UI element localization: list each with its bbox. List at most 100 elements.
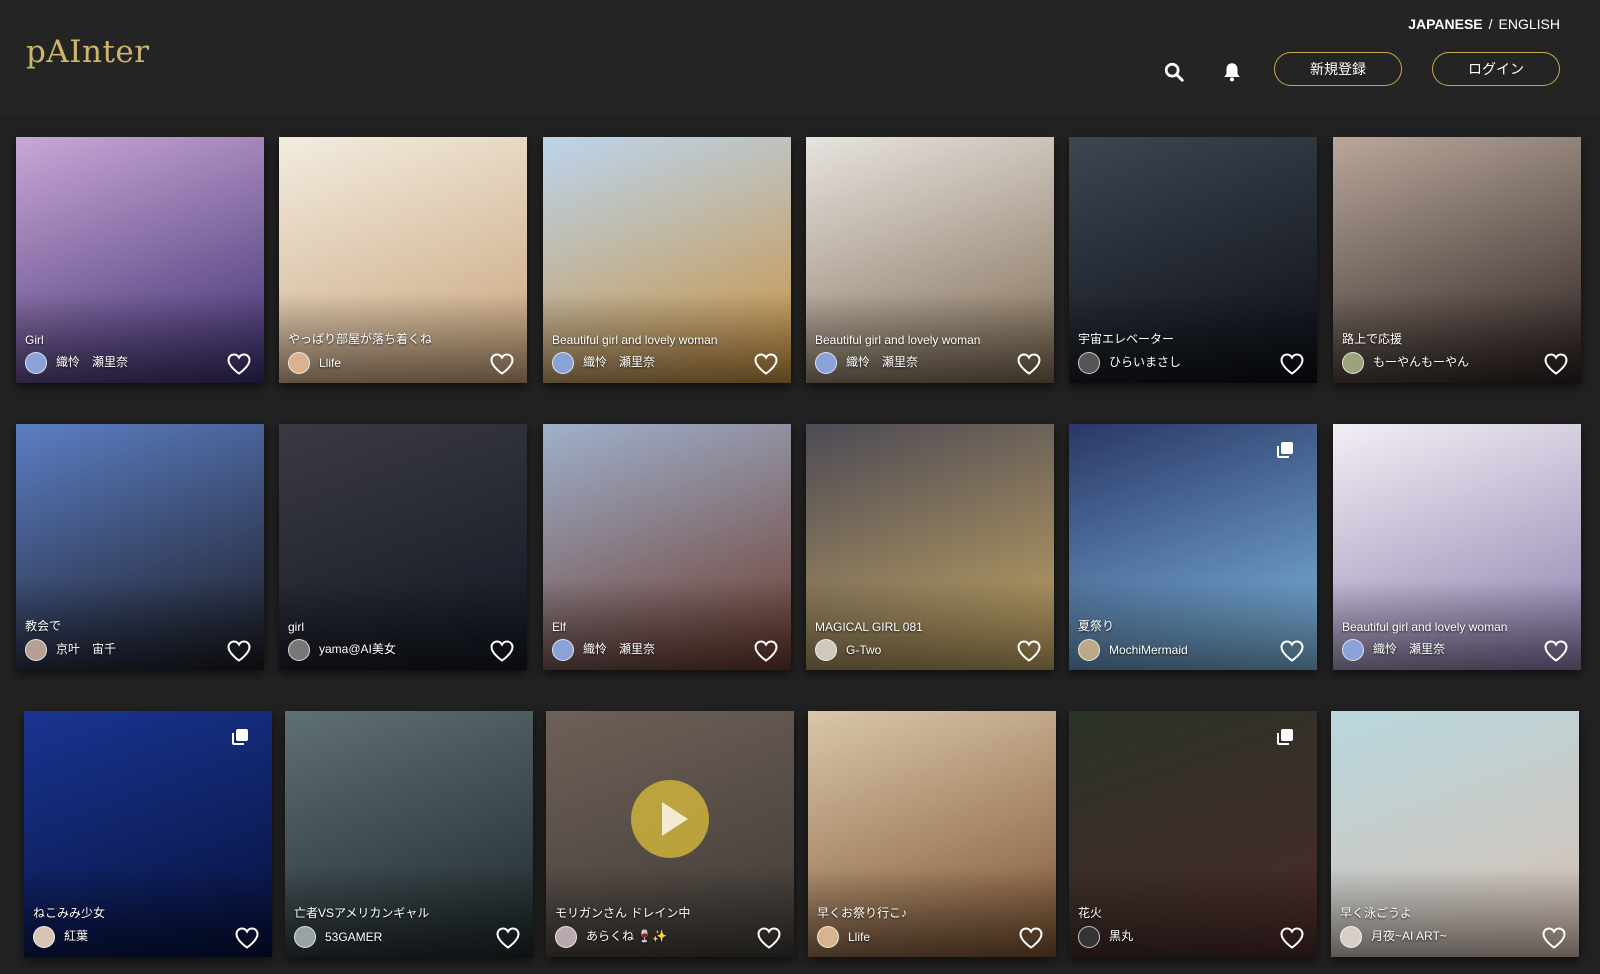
- author-avatar[interactable]: [552, 639, 574, 661]
- artwork-card[interactable]: 路上で応援もーやんもーやん: [1333, 137, 1581, 383]
- heart-icon[interactable]: [226, 639, 252, 663]
- author-name[interactable]: 織怜 瀬里奈: [56, 353, 128, 370]
- artwork-card[interactable]: ねこみみ少女紅葉: [24, 711, 272, 957]
- search-icon[interactable]: [1162, 60, 1186, 84]
- artwork-card[interactable]: 花火 黒丸: [1069, 711, 1317, 957]
- author-name[interactable]: MochiMermaid: [1109, 643, 1188, 657]
- heart-icon[interactable]: [756, 926, 782, 950]
- artwork-title[interactable]: ねこみみ少女: [33, 904, 105, 921]
- author-avatar[interactable]: [288, 352, 310, 374]
- artwork-card[interactable]: Beautiful girl and lovely woman 織怜 瀬里奈: [806, 137, 1054, 383]
- artwork-title[interactable]: Beautiful girl and lovely woman: [815, 333, 980, 347]
- artwork-title[interactable]: MAGICAL GIRL 081: [815, 620, 923, 634]
- heart-icon[interactable]: [1018, 926, 1044, 950]
- author-name[interactable]: もーやんもーやん: [1373, 353, 1469, 370]
- author-avatar[interactable]: [1342, 639, 1364, 661]
- bell-icon[interactable]: [1220, 60, 1244, 84]
- artwork-title[interactable]: やっぱり部屋が落ち着くね: [288, 330, 432, 347]
- heart-icon[interactable]: [753, 639, 779, 663]
- author-avatar[interactable]: [288, 639, 310, 661]
- heart-icon[interactable]: [1016, 639, 1042, 663]
- author-name[interactable]: 織怜 瀬里奈: [583, 640, 655, 657]
- author-avatar[interactable]: [294, 926, 316, 948]
- heart-icon[interactable]: [495, 926, 521, 950]
- artwork-card[interactable]: モリガンさん ドレイン中あらくね 🍷✨: [546, 711, 794, 957]
- heart-icon[interactable]: [1279, 926, 1305, 950]
- author-avatar[interactable]: [1078, 639, 1100, 661]
- multi-image-icon: [230, 727, 250, 747]
- artwork-title[interactable]: 亡者VSアメリカンギャル: [294, 904, 429, 921]
- artwork-card[interactable]: 夏祭り MochiMermaid: [1069, 424, 1317, 670]
- author-name[interactable]: 織怜 瀬里奈: [1373, 640, 1445, 657]
- artwork-title[interactable]: 早くお祭り行こ♪: [817, 904, 907, 921]
- artwork-title[interactable]: 花火: [1078, 904, 1102, 921]
- artwork-card[interactable]: 早くお祭り行こ♪ Llife: [808, 711, 1056, 957]
- artwork-card[interactable]: Beautiful girl and lovely woman 織怜 瀬里奈: [543, 137, 791, 383]
- author-avatar[interactable]: [1340, 926, 1362, 948]
- author-avatar[interactable]: [1078, 926, 1100, 948]
- artwork-card[interactable]: Beautiful girl and lovely woman 織怜 瀬里奈: [1333, 424, 1581, 670]
- artwork-card[interactable]: 早く泳ごうよ月夜~AI ART~: [1331, 711, 1579, 957]
- artwork-title[interactable]: 夏祭り: [1078, 617, 1114, 634]
- author-avatar[interactable]: [815, 352, 837, 374]
- artwork-title[interactable]: Beautiful girl and lovely woman: [1342, 620, 1507, 634]
- heart-icon[interactable]: [226, 352, 252, 376]
- app-logo[interactable]: pAInter: [26, 34, 150, 70]
- author-avatar[interactable]: [817, 926, 839, 948]
- artwork-title[interactable]: Girl: [25, 333, 44, 347]
- artwork-title[interactable]: 早く泳ごうよ: [1340, 904, 1412, 921]
- author-avatar[interactable]: [25, 639, 47, 661]
- artwork-card[interactable]: 宇宙エレベーターひらいまさし: [1069, 137, 1317, 383]
- artwork-card[interactable]: Elf 織怜 瀬里奈: [543, 424, 791, 670]
- heart-icon[interactable]: [489, 352, 515, 376]
- author-avatar[interactable]: [815, 639, 837, 661]
- author-name[interactable]: 織怜 瀬里奈: [846, 353, 918, 370]
- lang-japanese-link[interactable]: JAPANESE: [1408, 16, 1482, 32]
- artwork-title[interactable]: Beautiful girl and lovely woman: [552, 333, 717, 347]
- lang-english-link[interactable]: ENGLISH: [1499, 16, 1560, 32]
- artwork-card[interactable]: 亡者VSアメリカンギャル 53GAMER: [285, 711, 533, 957]
- heart-icon[interactable]: [234, 926, 260, 950]
- heart-icon[interactable]: [1543, 352, 1569, 376]
- author-name[interactable]: あらくね 🍷✨: [586, 927, 667, 944]
- author-name[interactable]: Llife: [319, 356, 341, 370]
- artwork-card[interactable]: Girl 織怜 瀬里奈: [16, 137, 264, 383]
- author-name[interactable]: 月夜~AI ART~: [1371, 927, 1447, 944]
- author-avatar[interactable]: [33, 926, 55, 948]
- author-name[interactable]: Llife: [848, 930, 870, 944]
- artwork-title[interactable]: モリガンさん ドレイン中: [555, 904, 690, 921]
- artwork-title[interactable]: 路上で応援: [1342, 330, 1402, 347]
- author-avatar[interactable]: [1078, 352, 1100, 374]
- author-name[interactable]: G-Two: [846, 643, 881, 657]
- artwork-title[interactable]: 教会で: [25, 617, 61, 634]
- heart-icon[interactable]: [1541, 926, 1567, 950]
- artwork-title[interactable]: Elf: [552, 620, 566, 634]
- multi-image-icon: [1275, 727, 1295, 747]
- heart-icon[interactable]: [1279, 639, 1305, 663]
- heart-icon[interactable]: [489, 639, 515, 663]
- author-name[interactable]: yama@AI美女: [319, 640, 396, 657]
- author-name[interactable]: ひらいまさし: [1109, 353, 1181, 370]
- heart-icon[interactable]: [1279, 352, 1305, 376]
- author-avatar[interactable]: [552, 352, 574, 374]
- artwork-card[interactable]: girl yama@AI美女: [279, 424, 527, 670]
- play-icon[interactable]: [631, 780, 709, 859]
- artwork-card[interactable]: 教会で京叶 宙千: [16, 424, 264, 670]
- author-avatar[interactable]: [25, 352, 47, 374]
- author-name[interactable]: 織怜 瀬里奈: [583, 353, 655, 370]
- heart-icon[interactable]: [753, 352, 779, 376]
- author-name[interactable]: 53GAMER: [325, 930, 382, 944]
- author-avatar[interactable]: [555, 926, 577, 948]
- artwork-card[interactable]: MAGICAL GIRL 081 G-Two: [806, 424, 1054, 670]
- author-name[interactable]: 紅葉: [64, 927, 88, 944]
- login-button[interactable]: ログイン: [1432, 52, 1560, 86]
- author-name[interactable]: 京叶 宙千: [56, 640, 116, 657]
- heart-icon[interactable]: [1543, 639, 1569, 663]
- author-name[interactable]: 黒丸: [1109, 927, 1133, 944]
- artwork-title[interactable]: 宇宙エレベーター: [1078, 330, 1174, 347]
- artwork-title[interactable]: girl: [288, 620, 304, 634]
- author-avatar[interactable]: [1342, 352, 1364, 374]
- signup-button[interactable]: 新規登録: [1274, 52, 1402, 86]
- heart-icon[interactable]: [1016, 352, 1042, 376]
- artwork-card[interactable]: やっぱり部屋が落ち着くね Llife: [279, 137, 527, 383]
